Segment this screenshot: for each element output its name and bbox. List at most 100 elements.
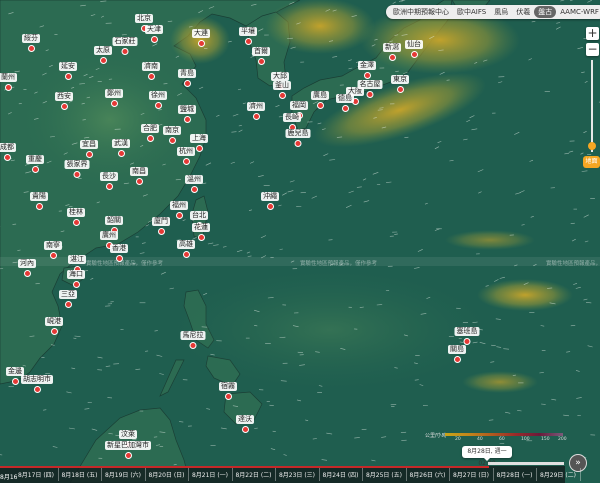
city-marker[interactable]: 天津 <box>145 16 163 43</box>
city-marker[interactable]: 南昌 <box>130 158 148 185</box>
city-dot-icon <box>183 80 191 87</box>
city-dot-icon <box>252 113 260 120</box>
timeline-day[interactable]: 8月24日 (四) <box>322 470 358 479</box>
city-marker[interactable]: 沖繩 <box>261 183 279 210</box>
city-marker[interactable]: 金澤 <box>358 52 376 79</box>
city-marker[interactable]: 濟州 <box>247 93 265 120</box>
city-label: 高雄 <box>177 240 195 249</box>
city-marker[interactable]: 鄭州 <box>105 80 123 107</box>
city-marker[interactable]: 桂林 <box>67 199 85 226</box>
city-marker[interactable]: 首爾 <box>252 38 270 65</box>
city-marker[interactable]: 合肥 <box>141 115 159 142</box>
city-marker[interactable]: 東京 <box>391 66 409 93</box>
city-dot-icon <box>363 72 371 79</box>
model-tab-aamc-wrf[interactable]: AAMC-WRF <box>556 7 600 17</box>
city-marker[interactable]: 長沙 <box>100 163 118 190</box>
legend-tick: 20 <box>455 437 461 442</box>
wind-map[interactable] <box>0 0 600 483</box>
play-icon[interactable]: » <box>570 455 586 471</box>
city-label: 宿霧 <box>219 382 237 391</box>
city-dot-icon <box>27 45 35 52</box>
city-marker[interactable]: 濟南 <box>142 53 160 80</box>
city-marker[interactable]: 高雄 <box>177 231 195 258</box>
level-badge[interactable]: 地面 <box>583 156 600 168</box>
timeline-divider <box>188 468 190 481</box>
city-label: 武漢 <box>112 139 130 148</box>
city-label: 杭州 <box>177 147 195 156</box>
city-marker[interactable]: 峴港 <box>45 308 63 335</box>
timeline-bar[interactable]: 8月17日 (四) 8月18日 (五) 8月19日 (六) 8月20日 (日) 8月21… <box>0 466 581 483</box>
city-label: 廣島 <box>311 91 329 100</box>
city-label: 金澤 <box>358 61 376 70</box>
city-marker[interactable]: 綏芬 <box>22 25 40 52</box>
city-marker[interactable]: 太原 <box>94 37 112 64</box>
city-dot-icon <box>197 40 205 47</box>
timeline-day[interactable]: 8月26日 (六) <box>409 470 445 479</box>
city-marker[interactable]: 杭州 <box>177 138 195 165</box>
city-marker[interactable]: 關島 <box>448 336 466 363</box>
city-marker[interactable]: 南寧 <box>44 232 62 259</box>
level-slider-handle[interactable] <box>588 142 596 150</box>
city-marker[interactable]: 徐州 <box>149 82 167 109</box>
city-marker[interactable]: 新瀉 <box>383 34 401 61</box>
zoom-in-button[interactable]: + <box>586 27 599 40</box>
model-selector[interactable]: 歐洲中期預報中心 歐中AIFS 風烏 伏羲 盤古 AAMC-WRF <box>386 5 600 19</box>
city-marker[interactable]: 廈門 <box>152 208 170 235</box>
city-dot-icon <box>278 92 286 99</box>
city-marker[interactable]: 河內 <box>18 250 36 277</box>
city-marker[interactable]: 延安 <box>59 53 77 80</box>
city-marker[interactable]: 鹿兒島 <box>285 120 311 147</box>
timeline-divider <box>536 468 538 481</box>
city-marker[interactable]: 仙台 <box>405 31 423 58</box>
city-marker[interactable]: 成都 <box>0 134 16 161</box>
timeline-day[interactable]: 8月23日 (三) <box>279 470 315 479</box>
city-marker[interactable]: 貴陽 <box>30 183 48 210</box>
city-marker[interactable]: 馬尼拉 <box>180 322 206 349</box>
city-marker[interactable]: 青島 <box>178 60 196 87</box>
city-marker[interactable]: 大連 <box>192 20 210 47</box>
city-marker[interactable]: 達沃 <box>236 406 254 433</box>
timeline-day[interactable]: 8月29日 (二) <box>540 470 576 479</box>
city-dot-icon <box>117 150 125 157</box>
model-tab-ecmwf-aifs[interactable]: 歐中AIFS <box>453 6 490 18</box>
city-marker[interactable]: 西安 <box>55 83 73 110</box>
city-marker[interactable]: 香港 <box>110 235 128 262</box>
city-marker[interactable]: 宿霧 <box>219 373 237 400</box>
model-tab-pangu[interactable]: 盤古 <box>534 6 557 18</box>
timeline-day[interactable]: 8月19日 (六) <box>105 470 141 479</box>
model-tab-fuxi[interactable]: 伏羲 <box>512 6 534 18</box>
city-dot-icon <box>175 212 183 219</box>
timeline-divider <box>275 468 277 481</box>
timeline-day[interactable]: 8月21日 (一) <box>192 470 228 479</box>
city-label: 貴陽 <box>30 192 48 201</box>
city-marker[interactable]: 武漢 <box>112 130 130 157</box>
city-marker[interactable]: 釜山 <box>273 72 291 99</box>
timeline-day[interactable]: 8月18日 (五) <box>61 470 97 479</box>
city-marker[interactable]: 德島 <box>336 85 354 112</box>
model-tab-ecmwf[interactable]: 歐洲中期預報中心 <box>389 6 453 18</box>
city-dot-icon <box>23 270 31 277</box>
model-tab-fengwu[interactable]: 風烏 <box>490 6 512 18</box>
zoom-out-button[interactable]: − <box>586 43 599 56</box>
city-marker[interactable]: 胡志明市 <box>21 366 53 393</box>
city-label: 鹿兒島 <box>285 129 311 138</box>
timeline-day[interactable]: 8月17日 (四) <box>18 470 54 479</box>
timeline-day[interactable]: 8月27日 (日) <box>453 470 489 479</box>
city-marker[interactable]: 蘭州 <box>0 64 17 91</box>
timeline-day[interactable]: 8月20日 (日) <box>148 470 184 479</box>
city-marker[interactable]: 福州 <box>170 192 188 219</box>
city-marker[interactable]: 溫州 <box>185 166 203 193</box>
city-dot-icon <box>388 54 396 61</box>
city-marker[interactable]: 新星巴加灣市 <box>105 432 151 459</box>
city-marker[interactable]: 石家莊 <box>112 28 138 55</box>
city-marker[interactable]: 張家界 <box>64 151 90 178</box>
city-marker[interactable]: 廣島 <box>311 82 329 109</box>
city-marker[interactable]: 三亞 <box>59 281 77 308</box>
city-marker[interactable]: 重慶 <box>26 146 44 173</box>
timeline-day[interactable]: 8月22日 (二) <box>235 470 271 479</box>
timeline-scrubber[interactable] <box>488 462 564 465</box>
city-label: 大連 <box>192 29 210 38</box>
timeline-day[interactable]: 8月28日 (一) <box>496 470 532 479</box>
timeline-day[interactable]: 8月25日 (五) <box>366 470 402 479</box>
level-slider-track[interactable] <box>591 60 593 152</box>
